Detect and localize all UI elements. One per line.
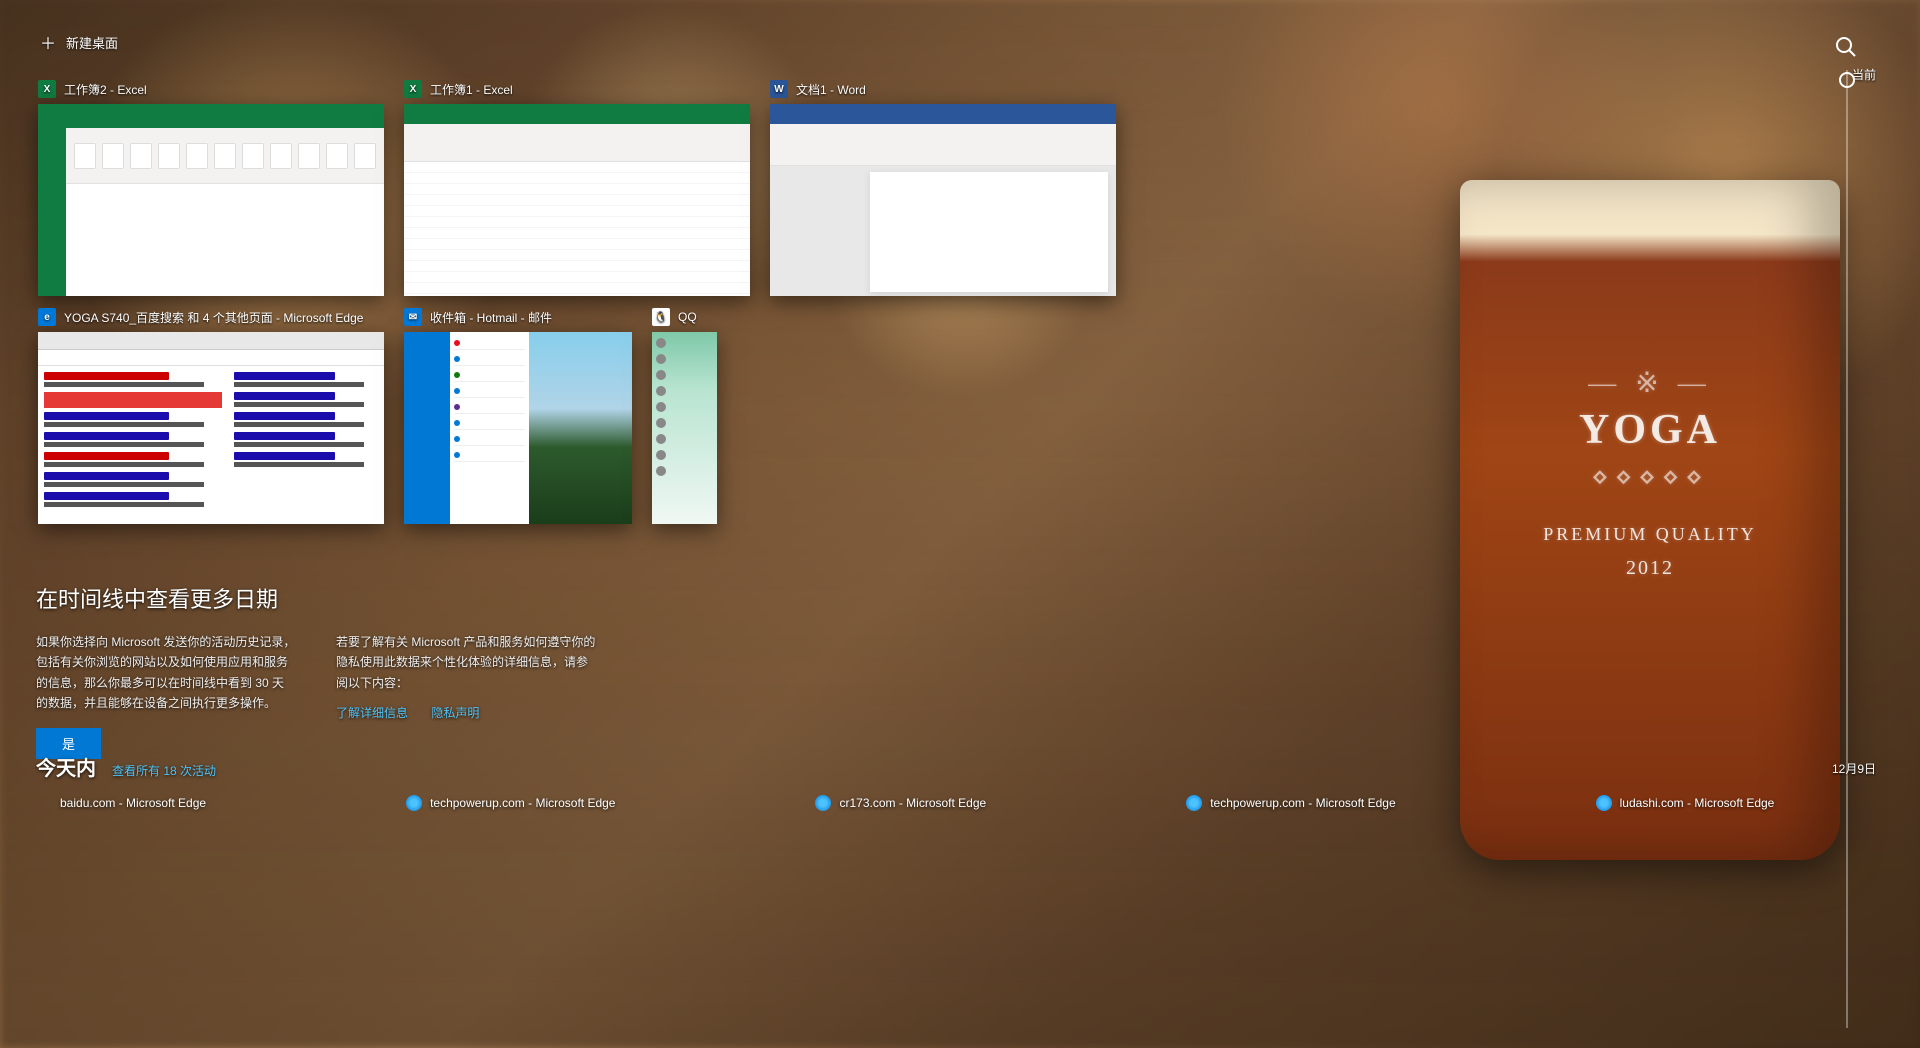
task-title: QQ [678, 310, 697, 324]
task-thumbnail [38, 332, 384, 524]
promo-text-2: 若要了解有关 Microsoft 产品和服务如何遵守你的隐私使用此数据来个性化体… [336, 635, 595, 690]
activity-label: techpowerup.com - Microsoft Edge [1210, 796, 1395, 810]
activity-item[interactable]: ludashi.com - Microsoft Edge [1596, 795, 1775, 811]
task-title: 工作簿2 - Excel [64, 81, 147, 98]
privacy-link[interactable]: 隐私声明 [431, 706, 479, 720]
task-card-qq[interactable]: 🐧 QQ [652, 308, 717, 524]
edge-icon [1186, 795, 1202, 811]
task-title: 文档1 - Word [796, 81, 866, 98]
timeline-promo: 在时间线中查看更多日期 如果你选择向 Microsoft 发送你的活动历史记录，… [36, 582, 596, 759]
activity-item[interactable]: techpowerup.com - Microsoft Edge [1186, 795, 1395, 811]
timeline-now-marker[interactable] [1839, 72, 1855, 88]
activity-label: baidu.com - Microsoft Edge [60, 796, 206, 810]
task-card-edge[interactable]: e YOGA S740_百度搜索 和 4 个其他页面 - Microsoft E… [38, 308, 384, 524]
task-card-word[interactable]: W 文档1 - Word [770, 80, 1116, 296]
edge-icon [815, 795, 831, 811]
mail-icon: ✉ [404, 308, 422, 326]
excel-icon: X [404, 80, 422, 98]
today-section: 今天内 查看所有 18 次活动 baidu.com - Microsoft Ed… [36, 752, 1774, 811]
timeline-rail[interactable] [1846, 70, 1848, 1028]
plus-icon: ＋ [40, 30, 56, 54]
new-desktop-button[interactable]: ＋ 新建桌面 [40, 30, 118, 54]
task-card-excel-1[interactable]: X 工作簿1 - Excel [404, 80, 750, 296]
excel-icon: X [38, 80, 56, 98]
edge-icon: e [38, 308, 56, 326]
activity-label: cr173.com - Microsoft Edge [839, 796, 986, 810]
search-button[interactable] [1834, 35, 1858, 59]
task-card-mail[interactable]: ✉ 收件箱 - Hotmail - 邮件 [404, 308, 632, 524]
task-thumbnail [38, 104, 384, 296]
view-all-activities-link[interactable]: 查看所有 18 次活动 [112, 762, 216, 779]
task-title: 收件箱 - Hotmail - 邮件 [430, 309, 552, 326]
edge-icon [406, 795, 422, 811]
task-thumbnail [404, 332, 632, 524]
activity-label: techpowerup.com - Microsoft Edge [430, 796, 615, 810]
edge-icon [1596, 795, 1612, 811]
timeline-now-label: 当前 [1852, 66, 1876, 83]
task-thumbnail [770, 104, 1116, 296]
word-icon: W [770, 80, 788, 98]
task-title: 工作簿1 - Excel [430, 81, 513, 98]
activity-label: ludashi.com - Microsoft Edge [1620, 796, 1775, 810]
promo-heading: 在时间线中查看更多日期 [36, 582, 596, 614]
search-icon [1834, 35, 1858, 59]
qq-icon: 🐧 [652, 308, 670, 326]
task-title: YOGA S740_百度搜索 和 4 个其他页面 - Microsoft Edg… [64, 309, 363, 326]
activity-item[interactable]: baidu.com - Microsoft Edge [60, 795, 206, 811]
new-desktop-label: 新建桌面 [66, 33, 118, 52]
learn-more-link[interactable]: 了解详细信息 [336, 706, 408, 720]
promo-text-1: 如果你选择向 Microsoft 发送你的活动历史记录，包括有关你浏览的网站以及… [36, 635, 295, 710]
task-card-excel-2[interactable]: X 工作簿2 - Excel [38, 80, 384, 296]
task-thumbnail [404, 104, 750, 296]
activity-item[interactable]: techpowerup.com - Microsoft Edge [406, 795, 615, 811]
timeline-date-label: 12月9日 [1832, 760, 1876, 777]
task-thumbnail [652, 332, 717, 524]
activity-item[interactable]: cr173.com - Microsoft Edge [815, 795, 986, 811]
today-heading: 今天内 [36, 752, 96, 781]
